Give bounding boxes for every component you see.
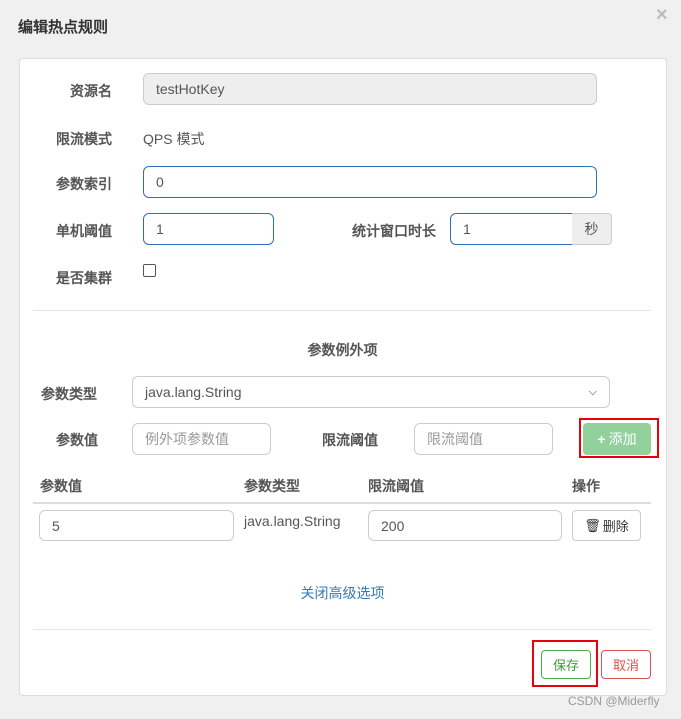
window-unit: 秒 [572, 213, 612, 245]
param-type-select[interactable]: java.lang.String ⌵ [132, 376, 610, 408]
col-header-type: 参数类型 [244, 478, 300, 494]
watermark: CSDN @Miderfly [568, 694, 660, 708]
delete-button[interactable]: 🗑 删除 [572, 510, 641, 541]
limit-input[interactable]: 限流阈值 [414, 423, 553, 455]
delete-label: 删除 [602, 519, 629, 534]
cluster-checkbox[interactable] [143, 264, 156, 277]
row-value-input[interactable]: 5 [39, 510, 234, 541]
add-button[interactable]: + 添加 [583, 423, 651, 455]
save-button[interactable]: 保存 [541, 650, 591, 679]
row-limit-input[interactable]: 200 [368, 510, 562, 541]
mode-label: 限流模式 [56, 131, 112, 147]
row-type: java.lang.String [244, 513, 341, 529]
col-header-value: 参数值 [40, 478, 82, 494]
dialog-title: 编辑热点规则 [18, 19, 109, 36]
cancel-button[interactable]: 取消 [601, 650, 651, 679]
window-input[interactable]: 1 [450, 213, 573, 245]
mode-value: QPS 模式 [143, 131, 205, 147]
window-label: 统计窗口时长 [352, 223, 436, 239]
divider [33, 310, 651, 311]
param-type-label: 参数类型 [41, 386, 97, 402]
col-header-action: 操作 [572, 478, 600, 494]
exceptions-title: 参数例外项 [307, 342, 378, 358]
param-value-input[interactable]: 例外项参数值 [132, 423, 271, 455]
chevron-down-icon: ⌵ [588, 385, 597, 398]
table-header-line [33, 502, 651, 504]
param-value-label: 参数值 [56, 432, 98, 448]
limit-label: 限流阈值 [322, 432, 378, 448]
plus-icon: + [597, 431, 606, 447]
close-icon[interactable]: × [656, 4, 668, 27]
threshold-label: 单机阈值 [56, 223, 112, 239]
cluster-label: 是否集群 [56, 270, 112, 286]
index-label: 参数索引 [56, 176, 112, 192]
close-advanced-link[interactable]: 关闭高级选项 [0, 583, 681, 603]
resource-label: 资源名 [70, 83, 112, 99]
param-type-value: java.lang.String [145, 384, 242, 400]
col-header-limit: 限流阈值 [368, 478, 424, 494]
add-label: 添加 [608, 431, 637, 447]
threshold-input[interactable]: 1 [143, 213, 274, 245]
divider [33, 629, 651, 630]
param-index-input[interactable]: 0 [143, 166, 597, 198]
trash-icon: 🗑 [584, 517, 601, 533]
resource-name-input[interactable]: testHotKey [143, 73, 597, 105]
